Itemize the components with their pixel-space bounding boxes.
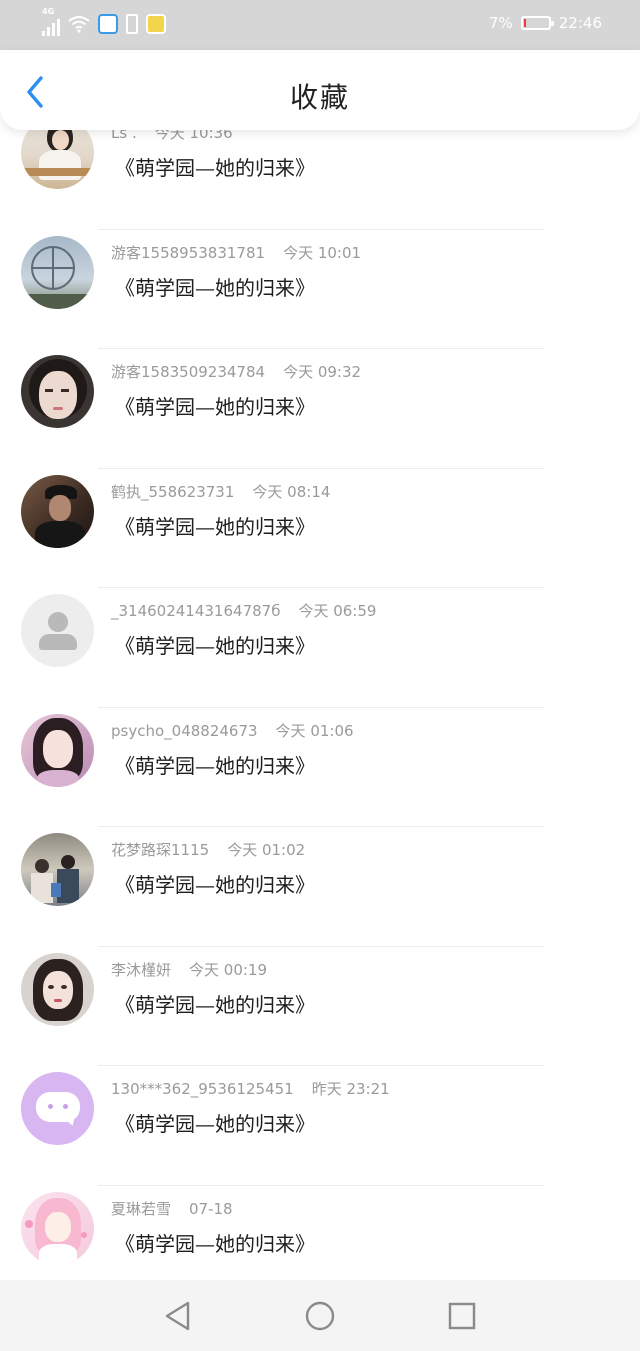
favorite-item[interactable]: 游客1583509234784 今天 09:32 《萌学园—她的归来》 — [0, 349, 640, 469]
item-meta: psycho_048824673 今天 01:06 — [111, 720, 354, 741]
timestamp: 今天 10:36 — [154, 130, 233, 142]
status-icons-left — [42, 12, 166, 36]
photo-man-cap — [21, 474, 94, 548]
user-avatar[interactable] — [21, 474, 94, 548]
favorite-item[interactable]: 鹤执_558623731 今天 08:14 《萌学园—她的归来》 — [0, 469, 640, 588]
circle-home-icon — [305, 1301, 335, 1331]
square-recents-icon — [448, 1302, 476, 1330]
work-title: 《萌学园—她的归来》 — [115, 873, 315, 897]
sim-icon — [126, 14, 138, 34]
item-meta: 鹤执_558623731 今天 08:14 — [111, 481, 330, 502]
work-title: 《萌学园—她的归来》 — [115, 1112, 315, 1136]
work-title: 《萌学园—她的归来》 — [115, 514, 315, 539]
favorite-item[interactable]: psycho_048824673 今天 01:06 《萌学园—她的归来》 — [0, 708, 640, 827]
favorite-item[interactable]: 游客1558953831781 今天 10:01 《萌学园—她的归来》 — [0, 230, 640, 349]
work-title: 《萌学园—她的归来》 — [115, 634, 315, 658]
item-meta: 花梦路琛1115 今天 01:02 — [111, 839, 305, 860]
photo-girl-chair — [21, 130, 94, 189]
username: psycho_048824673 — [111, 721, 258, 740]
browser-app-icon — [98, 14, 118, 34]
nav-home-button[interactable] — [300, 1298, 340, 1334]
photo-group-street — [21, 833, 94, 906]
username: 夏琳若雪 — [111, 1199, 172, 1218]
user-avatar[interactable] — [21, 952, 94, 1026]
user-avatar[interactable] — [21, 833, 94, 906]
username: 游客1583509234784 — [111, 363, 266, 381]
status-icons-right: 7% 22:46 — [489, 14, 602, 32]
timestamp: 今天 10:01 — [283, 243, 362, 262]
username: 游客1558953831781 — [111, 243, 266, 262]
timestamp: 07-18 — [189, 1199, 233, 1218]
work-title: 《萌学园—她的归来》 — [115, 156, 315, 180]
favorites-list[interactable]: Ls . 今天 10:36 《萌学园—她的归来》 游客1558953831781 今天 … — [0, 130, 640, 1280]
item-meta: 游客1583509234784 今天 09:32 — [111, 361, 361, 382]
navigation-bar — [0, 1280, 640, 1351]
user-avatar[interactable] — [21, 235, 94, 309]
timestamp: 今天 06:59 — [298, 602, 377, 620]
username: 花梦路琛1115 — [111, 841, 210, 859]
screen: 4G 7% 22:46 收藏 Ls . 今天 10:36 《萌学园—她的归来》 … — [0, 0, 640, 1351]
item-meta: Ls . 今天 10:36 — [111, 130, 233, 143]
photo-ferris-wheel — [21, 235, 94, 309]
triangle-back-icon — [165, 1301, 190, 1331]
item-meta: _3146024143164787б 今天 06:59 — [111, 600, 376, 621]
illustration-anime-girl — [21, 1191, 94, 1265]
username: 李沐槿妍 — [111, 960, 172, 979]
wifi-icon — [68, 16, 90, 33]
favorite-item[interactable]: 130***362_9536125451 昨天 23:21 《萌学园—她的归来》 — [0, 1066, 640, 1186]
chat-bubble-icon — [21, 1072, 94, 1145]
user-avatar[interactable] — [21, 713, 94, 787]
default-user-icon — [21, 594, 94, 667]
favorite-item[interactable]: 花梦路琛1115 今天 01:02 《萌学园—她的归来》 — [0, 827, 640, 947]
timestamp: 今天 00:19 — [189, 960, 268, 979]
favorite-item[interactable]: 李沐槿妍 今天 00:19 《萌学园—她的归来》 — [0, 947, 640, 1066]
photo-girl-pink — [21, 713, 94, 787]
favorite-item[interactable]: 夏琳若雪 07-18 《萌学园—她的归来》 — [0, 1186, 640, 1281]
item-meta: 游客1558953831781 今天 10:01 — [111, 242, 361, 263]
signal-icon — [42, 16, 60, 36]
item-meta: 李沐槿妍 今天 00:19 — [111, 959, 267, 980]
favorites-list-inner: Ls . 今天 10:36 《萌学园—她的归来》 游客1558953831781 今天 … — [0, 130, 640, 1280]
header: 收藏 — [0, 50, 640, 130]
battery-percent: 7% — [488, 14, 513, 32]
battery-level — [523, 19, 526, 27]
user-avatar[interactable] — [21, 355, 94, 428]
item-meta: 夏琳若雪 07-18 — [111, 1198, 233, 1219]
photo-woman-portrait — [21, 355, 94, 428]
work-title: 《萌学园—她的归来》 — [115, 275, 315, 300]
clock: 22:46 — [558, 14, 602, 32]
username: 130***362_9536125451 — [111, 1080, 294, 1098]
illustration-girl — [21, 952, 94, 1026]
work-title: 《萌学园—她的归来》 — [115, 992, 315, 1017]
item-meta: 130***362_9536125451 昨天 23:21 — [111, 1078, 390, 1099]
timestamp: 今天 01:06 — [275, 721, 354, 740]
user-avatar[interactable] — [21, 594, 94, 667]
game-app-icon — [146, 14, 166, 34]
timestamp: 昨天 23:21 — [311, 1080, 390, 1098]
work-title: 《萌学园—她的归来》 — [115, 1231, 315, 1256]
battery-icon — [520, 16, 554, 30]
work-title: 《萌学园—她的归来》 — [115, 753, 315, 778]
nav-recents-button[interactable] — [442, 1298, 482, 1334]
user-avatar[interactable] — [21, 1072, 94, 1145]
username: _3146024143164787б — [111, 602, 281, 620]
page-title: 收藏 — [289, 81, 350, 114]
timestamp: 今天 08:14 — [252, 482, 331, 501]
timestamp: 今天 01:02 — [227, 841, 306, 859]
work-title: 《萌学园—她的归来》 — [115, 395, 315, 419]
user-avatar[interactable] — [21, 130, 94, 189]
favorite-item[interactable]: _3146024143164787б 今天 06:59 《萌学园—她的归来》 — [0, 588, 640, 708]
username: 鹤执_558623731 — [111, 482, 235, 501]
nav-back-button[interactable] — [158, 1298, 198, 1334]
status-bar: 4G 7% 22:46 — [0, 0, 640, 50]
user-avatar[interactable] — [21, 1191, 94, 1265]
favorite-item[interactable]: Ls . 今天 10:36 《萌学园—她的归来》 — [0, 130, 640, 230]
timestamp: 今天 09:32 — [283, 363, 362, 381]
username: Ls . — [111, 130, 137, 142]
